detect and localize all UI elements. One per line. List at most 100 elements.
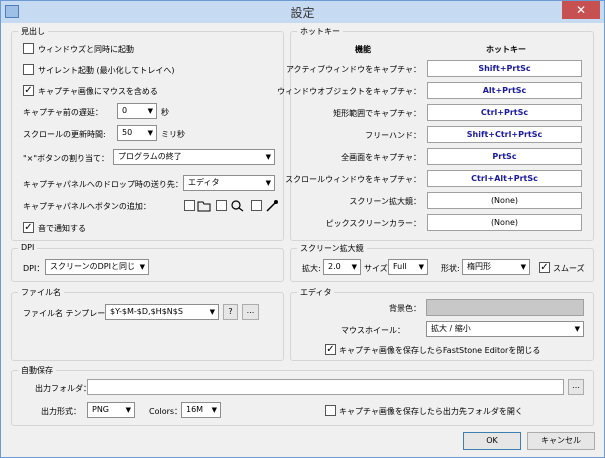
search-icon xyxy=(231,200,244,212)
drop-value: エディタ xyxy=(188,178,220,187)
help-button[interactable]: ? xyxy=(223,304,238,320)
filename-template-select[interactable]: $Y-$M-$D,$H$N$S ▼ xyxy=(105,304,219,320)
open-folder-label: キャプチャ画像を保存したら出力先フォルダを開く xyxy=(339,407,523,416)
hotkeys-col-function: 機能 xyxy=(355,45,371,54)
delay-unit: 秒 xyxy=(161,108,169,117)
ok-button[interactable]: OK xyxy=(463,432,521,450)
startup-with-windows-checkbox[interactable] xyxy=(23,43,34,54)
include-mouse-checkbox[interactable]: ✓ xyxy=(23,85,34,96)
dpi-group-title: DPI xyxy=(18,243,38,252)
hotkey-row-label: 全画面をキャプチャ： xyxy=(341,153,421,162)
smooth-checkbox[interactable]: ✓ xyxy=(539,262,550,273)
filename-template-value: $Y-$M-$D,$H$N$S xyxy=(110,307,183,316)
dpi-label: DPI： xyxy=(23,264,45,273)
output-format-value: PNG xyxy=(92,405,110,414)
output-format-label: 出力形式： xyxy=(41,407,81,416)
hotkey-row-label: スクロールウィンドウをキャプチャ： xyxy=(285,175,421,184)
close-button[interactable]: ✕ xyxy=(562,1,600,19)
shape-value: 楕円形 xyxy=(467,262,491,271)
size-select[interactable]: Full ▼ xyxy=(388,259,428,275)
x-button-label: "×"ボタンの割り当て： xyxy=(23,154,110,163)
drop-select[interactable]: エディタ ▼ xyxy=(183,175,275,191)
drop-label: キャプチャパネルへのドロップ時の送り先： xyxy=(23,180,183,189)
dpi-select[interactable]: スクリーンのDPIと同じ ▼ xyxy=(45,259,149,275)
output-folder-browse-button[interactable]: ... xyxy=(568,379,584,395)
scroll-unit: ミリ秒 xyxy=(161,130,185,139)
hotkey-field[interactable]: Shift+Ctrl+PrtSc xyxy=(427,126,582,143)
chevron-down-icon: ▼ xyxy=(418,263,424,271)
zoom-value: 2.0 xyxy=(328,262,341,271)
chevron-down-icon: ▼ xyxy=(211,406,217,414)
include-mouse-label: キャプチャ画像にマウスを含める xyxy=(38,87,158,96)
folder-icon xyxy=(197,201,211,212)
chevron-down-icon: ▼ xyxy=(147,107,153,115)
close-editor-label: キャプチャ画像を保存したらFastStone Editorを閉じる xyxy=(339,346,541,355)
mouse-wheel-label: マウスホイール： xyxy=(341,326,405,335)
hotkey-row-label: スクリーン拡大鏡： xyxy=(349,197,421,206)
chevron-down-icon: ▼ xyxy=(351,263,357,271)
add-search-checkbox[interactable] xyxy=(216,200,227,211)
zoom-select[interactable]: 2.0 ▼ xyxy=(323,259,361,275)
eyedropper-icon xyxy=(266,200,278,212)
filename-browse-button[interactable]: ... xyxy=(242,304,259,320)
output-folder-input[interactable] xyxy=(87,379,564,395)
output-format-select[interactable]: PNG ▼ xyxy=(87,402,135,418)
chevron-down-icon: ▼ xyxy=(574,325,580,333)
chevron-down-icon: ▼ xyxy=(125,406,131,414)
chevron-down-icon: ▼ xyxy=(265,153,271,161)
hotkey-field[interactable]: Alt+PrtSc xyxy=(427,82,582,99)
size-value: Full xyxy=(393,262,407,271)
editor-group-title: エディタ xyxy=(297,287,335,298)
chevron-down-icon: ▼ xyxy=(265,179,271,187)
filename-group: ファイル名 xyxy=(11,287,284,361)
hotkey-row-label: フリーハンド： xyxy=(365,131,421,140)
chevron-down-icon: ▼ xyxy=(147,129,153,137)
open-folder-checkbox[interactable] xyxy=(325,405,336,416)
startup-with-windows-label: ウィンドウズと同時に起動 xyxy=(38,45,134,54)
title-bar: 設定 ✕ xyxy=(1,1,604,23)
colors-select[interactable]: 16M ▼ xyxy=(181,402,221,418)
zoom-label: 拡大: xyxy=(302,264,321,273)
colors-label: Colors： xyxy=(149,407,183,416)
chevron-down-icon: ▼ xyxy=(209,308,215,316)
mouse-wheel-select[interactable]: 拡大 / 縮小 ▼ xyxy=(426,321,584,337)
autosave-group-title: 自動保存 xyxy=(18,365,56,376)
colors-value: 16M xyxy=(186,405,204,414)
scroll-select[interactable]: 50 ▼ xyxy=(117,125,157,141)
cancel-button[interactable]: キャンセル xyxy=(527,432,595,450)
sound-notify-checkbox[interactable]: ✓ xyxy=(23,222,34,233)
chevron-down-icon: ▼ xyxy=(520,263,526,271)
silent-startup-label: サイレント起動 (最小化してトレイへ) xyxy=(38,66,175,75)
silent-startup-checkbox[interactable] xyxy=(23,64,34,75)
scroll-value: 50 xyxy=(122,128,133,137)
hotkey-field[interactable]: Ctrl+PrtSc xyxy=(427,104,582,121)
hotkey-field[interactable]: Ctrl+Alt+PrtSc xyxy=(427,170,582,187)
delay-select[interactable]: 0 ▼ xyxy=(117,103,157,119)
editor-bg-label: 背景色： xyxy=(389,304,421,313)
hotkey-field[interactable]: PrtSc xyxy=(427,148,582,165)
window-title: 設定 xyxy=(290,6,315,20)
dpi-value: スクリーンのDPIと同じ xyxy=(50,262,135,271)
hotkey-field[interactable]: Shift+PrtSc xyxy=(427,60,582,77)
add-picker-checkbox[interactable] xyxy=(251,200,262,211)
output-folder-label: 出力フォルダ： xyxy=(35,384,91,393)
smooth-label: スムーズ xyxy=(553,264,585,273)
shape-select[interactable]: 楕円形 ▼ xyxy=(462,259,530,275)
close-editor-checkbox[interactable]: ✓ xyxy=(325,344,336,355)
hotkey-row-label: ウィンドウオブジェクトをキャプチャ： xyxy=(277,87,421,96)
editor-bg-swatch[interactable] xyxy=(426,299,584,316)
x-button-value: プログラムの終了 xyxy=(118,152,182,161)
delay-label: キャプチャ前の遅延： xyxy=(23,108,103,117)
x-button-select[interactable]: プログラムの終了 ▼ xyxy=(113,149,275,165)
shape-label: 形状: xyxy=(441,264,460,273)
hotkey-field[interactable]: (None) xyxy=(427,192,582,209)
add-button-label: キャプチャパネルへボタンの追加： xyxy=(23,202,151,211)
hotkeys-col-hotkey: ホットキー xyxy=(486,45,526,54)
delay-value: 0 xyxy=(122,106,128,115)
mouse-wheel-value: 拡大 / 縮小 xyxy=(431,324,471,333)
capture-group-title: 見出し xyxy=(18,26,48,37)
hotkey-field[interactable]: (None) xyxy=(427,214,582,231)
add-folder-checkbox[interactable] xyxy=(184,200,195,211)
hotkey-row-label: アクティブウィンドウをキャプチャ： xyxy=(285,65,421,74)
hotkey-row-label: ピックスクリーンカラー： xyxy=(325,219,421,228)
